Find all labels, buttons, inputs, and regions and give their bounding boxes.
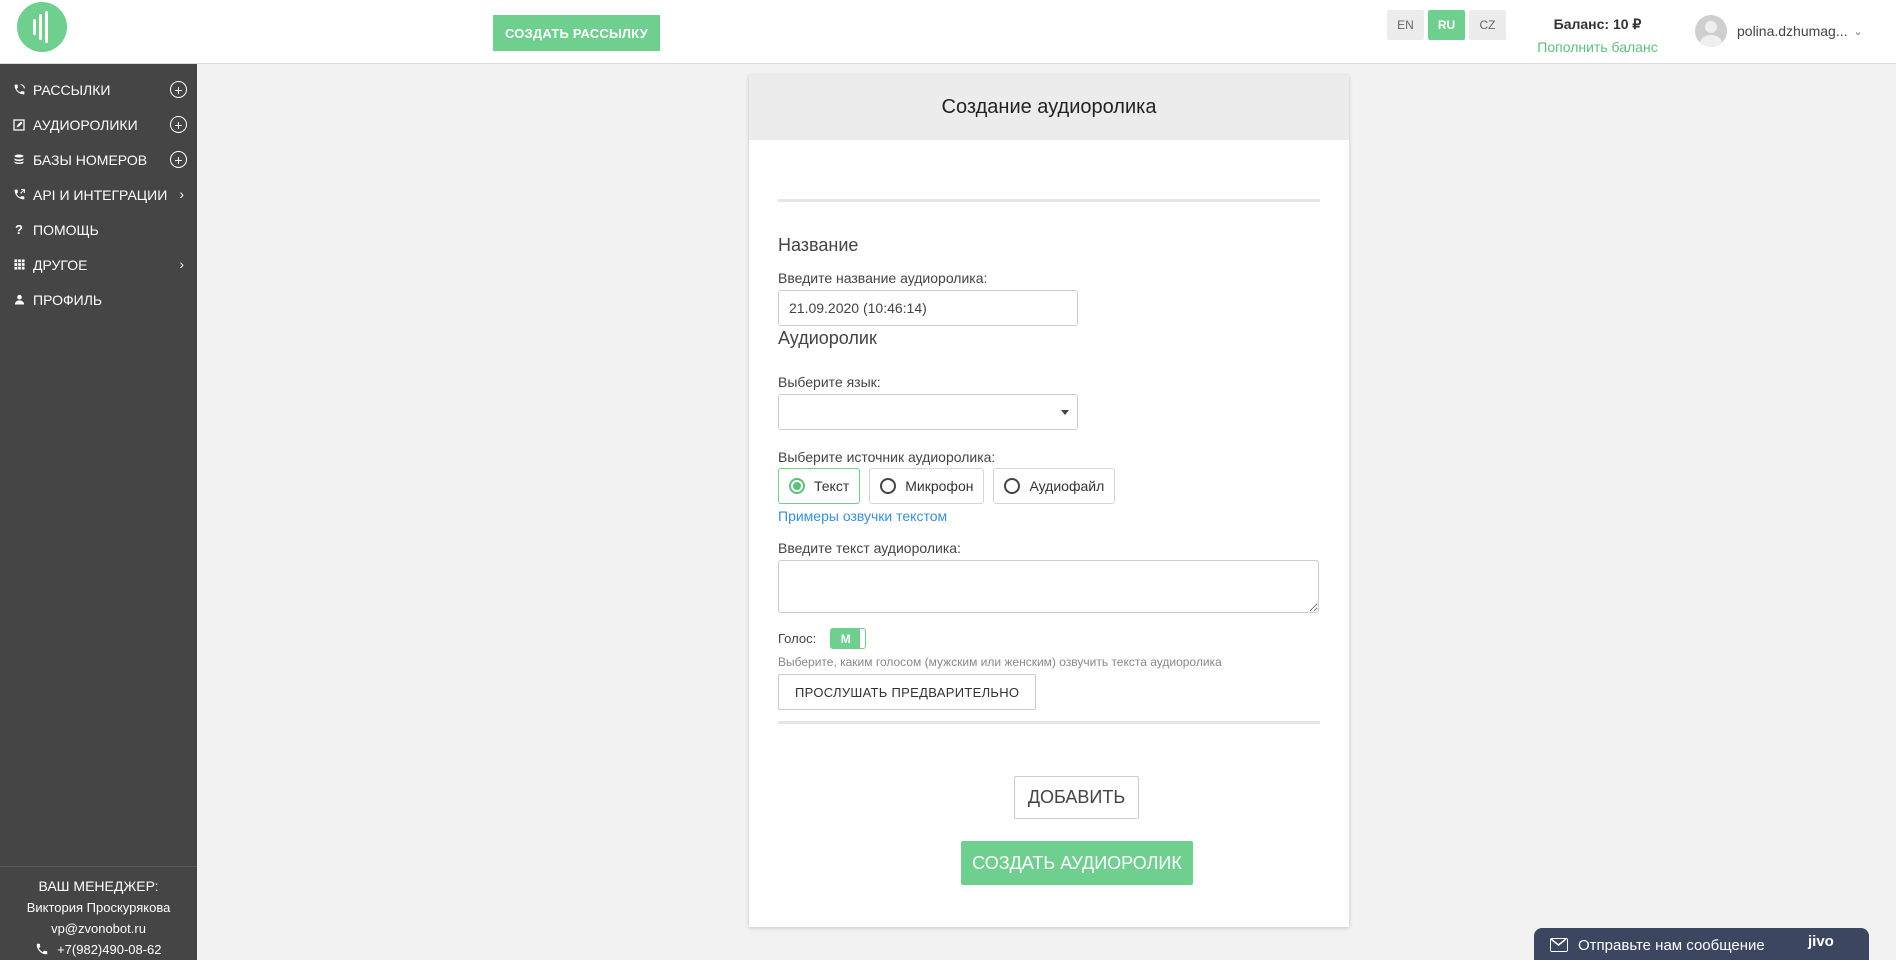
sidebar-item-mailings[interactable]: РАССЫЛКИ + (0, 72, 197, 107)
phone-call-icon (12, 83, 26, 97)
sidebar-item-label: ПОМОЩЬ (33, 221, 99, 238)
radio-checked-icon (789, 478, 805, 494)
source-text-radio[interactable]: Текст (778, 468, 861, 504)
voice-hint: Выберите, каким голосом (мужским или жен… (778, 655, 1222, 669)
sidebar-item-api[interactable]: API И ИНТЕГРАЦИИ › (0, 177, 197, 212)
balance-label: Баланс: 10 ₽ (1553, 16, 1642, 32)
source-audiofile-radio[interactable]: Аудиофайл (993, 468, 1116, 504)
add-circle-icon[interactable]: + (170, 151, 187, 168)
lang-cz-button[interactable]: CZ (1469, 10, 1506, 40)
add-button[interactable]: ДОБАВИТЬ (1014, 776, 1139, 819)
lang-ru-button[interactable]: RU (1428, 10, 1465, 40)
audio-section-title: Аудиоролик (778, 328, 877, 348)
radio-unchecked-icon (880, 478, 897, 494)
manager-title: ВАШ МЕНЕДЖЕР: (38, 878, 159, 894)
logo[interactable] (17, 2, 67, 52)
chat-brand-logo: jivo (1808, 933, 1834, 950)
voice-toggle[interactable]: М (830, 628, 867, 649)
language-field-label: Выберите язык: (778, 374, 881, 390)
radio-unchecked-icon (1004, 478, 1021, 494)
caret-down-icon (1061, 410, 1069, 415)
language-select[interactable] (778, 394, 1078, 430)
sidebar-item-profile[interactable]: ПРОФИЛЬ (0, 282, 197, 317)
user-name: polina.dzhumag... (1737, 23, 1848, 39)
voice-row: Голос: М (778, 628, 1320, 649)
source-radio-group: Текст Микрофон Аудиофайл (778, 468, 1320, 504)
phone-icon (35, 942, 49, 959)
manager-name: Виктория Проскурякова (26, 900, 171, 915)
radio-label: Микрофон (905, 478, 974, 494)
page-title: Создание аудиоролика (749, 75, 1349, 140)
topup-balance-link[interactable]: Пополнить баланс (1520, 39, 1675, 55)
manager-phone[interactable]: +7(982)490-08-62 (57, 942, 161, 957)
audio-name-input[interactable] (778, 290, 1078, 326)
create-audio-button[interactable]: СОЗДАТЬ АУДИОРОЛИК (961, 841, 1193, 885)
chevron-down-icon: ⌄ (1853, 25, 1863, 38)
sidebar-item-number-bases[interactable]: БАЗЫ НОМЕРОВ + (0, 142, 197, 177)
avatar (1695, 15, 1727, 47)
edit-icon (12, 118, 26, 132)
user-icon (12, 293, 26, 307)
chat-text: Отправьте нам сообщение (1578, 936, 1765, 954)
audio-text-input[interactable] (778, 560, 1319, 613)
chevron-right-icon: › (179, 186, 184, 202)
balance-box: Баланс: 10 ₽ Пополнить баланс (1520, 16, 1675, 55)
voice-label: Голос: (778, 631, 817, 646)
sidebar-item-other[interactable]: ДРУГОЕ › (0, 247, 197, 282)
sidebar-item-label: ПРОФИЛЬ (33, 291, 103, 308)
form-body: Название Введите название аудиоролика: А… (749, 140, 1349, 914)
lang-en-button[interactable]: EN (1387, 10, 1424, 40)
sidebar-item-audio[interactable]: АУДИОРОЛИКИ + (0, 107, 197, 142)
text-field-label: Введите текст аудиоролика: (778, 540, 961, 556)
manager-phone-row: +7(982)490-08-62 (0, 942, 197, 959)
divider (778, 199, 1320, 202)
voice-toggle-value: М (831, 629, 861, 648)
language-switcher: EN RU CZ (1387, 10, 1506, 40)
question-icon: ? (15, 222, 23, 237)
manager-info: ВАШ МЕНЕДЖЕР: Виктория Проскурякова vp@z… (0, 866, 197, 960)
source-microphone-radio[interactable]: Микрофон (869, 468, 985, 504)
sidebar-item-label: ДРУГОЕ (33, 256, 88, 273)
grid-icon (12, 258, 26, 272)
chat-widget[interactable]: Отправьте нам сообщение jivo (1534, 928, 1869, 960)
database-icon (12, 153, 26, 167)
add-circle-icon[interactable]: + (170, 116, 187, 133)
manager-email: vp@zvonobot.ru (51, 921, 146, 936)
chevron-right-icon: › (179, 256, 184, 272)
phone-forward-icon (12, 188, 26, 202)
name-field-label: Введите название аудиоролика: (778, 270, 988, 286)
sidebar-item-label: API И ИНТЕГРАЦИИ (33, 186, 168, 203)
create-mailing-button[interactable]: СОЗДАТЬ РАССЫЛКУ (493, 15, 660, 51)
voice-examples-link[interactable]: Примеры озвучки текстом (778, 508, 947, 524)
envelope-icon (1550, 938, 1568, 952)
sidebar: РАССЫЛКИ + АУДИОРОЛИКИ + БАЗЫ НОМЕРОВ + … (0, 64, 197, 960)
name-section-title: Название (778, 235, 859, 255)
user-menu[interactable]: polina.dzhumag... ⌄ (1695, 15, 1863, 47)
sidebar-item-help[interactable]: ? ПОМОЩЬ (0, 212, 197, 247)
preview-button[interactable]: ПРОСЛУШАТЬ ПРЕДВАРИТЕЛЬНО (778, 674, 1037, 710)
add-circle-icon[interactable]: + (170, 81, 187, 98)
radio-label: Аудиофайл (1029, 478, 1105, 494)
top-header: СОЗДАТЬ РАССЫЛКУ EN RU CZ Баланс: 10 ₽ П… (0, 0, 1896, 64)
radio-label: Текст (814, 478, 850, 494)
source-field-label: Выберите источник аудиоролика: (778, 449, 996, 465)
create-audio-card: Создание аудиоролика Название Введите на… (749, 75, 1349, 927)
